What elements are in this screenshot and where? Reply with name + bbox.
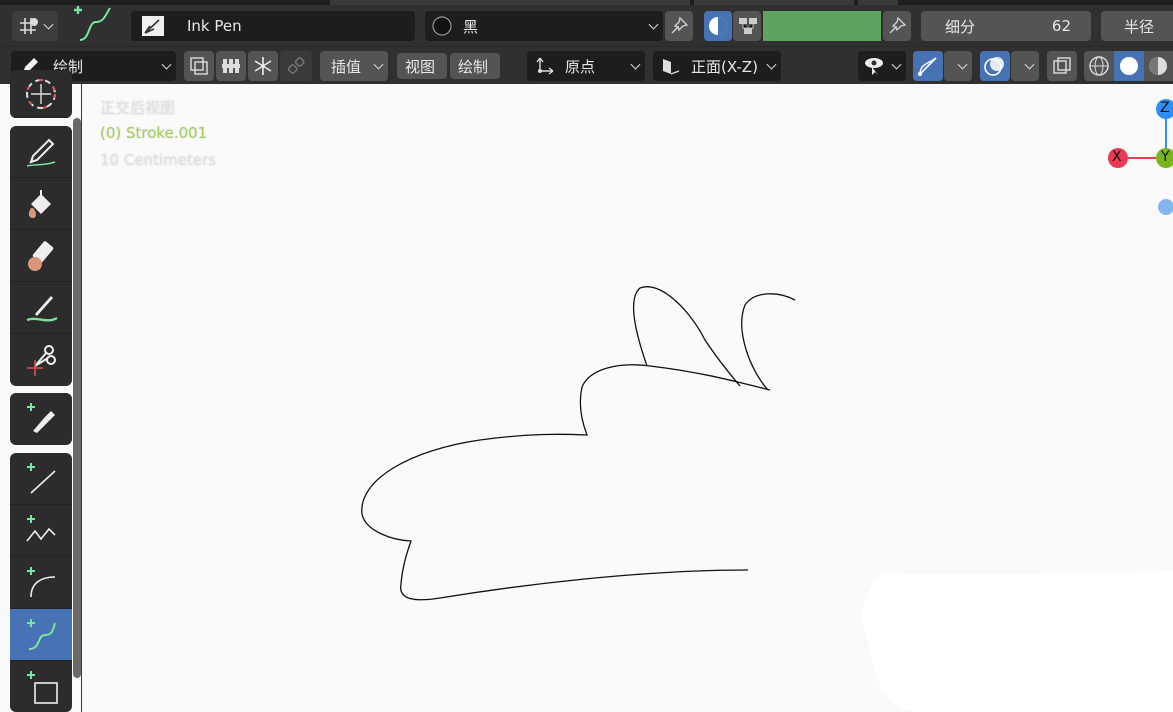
erase-tool[interactable] bbox=[10, 230, 72, 282]
draw-tool[interactable] bbox=[10, 126, 72, 178]
erase-icon bbox=[21, 236, 61, 276]
line-icon bbox=[21, 459, 61, 499]
tint-icon bbox=[21, 288, 61, 328]
tint-tool[interactable] bbox=[10, 282, 72, 334]
tool-group-paint bbox=[10, 126, 72, 386]
box-icon bbox=[21, 667, 61, 707]
line-tool[interactable] bbox=[10, 453, 72, 505]
cursor-tool[interactable] bbox=[10, 70, 72, 118]
tool-group-cursor bbox=[10, 70, 72, 118]
navigation-gizmo[interactable]: Z X Y bbox=[1100, 96, 1173, 226]
gizmo-y-label: Y bbox=[1161, 149, 1170, 165]
tool-shelf bbox=[0, 70, 82, 712]
polyline-tool[interactable] bbox=[10, 505, 72, 557]
gizmo-z-label: Z bbox=[1160, 100, 1170, 116]
stroke-ear-right bbox=[741, 293, 796, 391]
tool-group-sample bbox=[10, 393, 72, 445]
cutter-tool[interactable] bbox=[10, 334, 72, 386]
eyedropper-icon bbox=[21, 399, 61, 439]
gizmo-x-label: X bbox=[1112, 149, 1122, 165]
tool-shelf-scrollbar[interactable] bbox=[73, 118, 81, 678]
arc-tool[interactable] bbox=[10, 557, 72, 609]
tool-shelf-edge bbox=[81, 84, 82, 712]
draw-icon bbox=[21, 132, 61, 172]
eyedropper-tool[interactable] bbox=[10, 393, 72, 445]
drawing-canvas bbox=[361, 286, 1173, 712]
arc-icon bbox=[21, 563, 61, 603]
fill-icon bbox=[21, 184, 61, 224]
canvas-blob bbox=[862, 572, 1173, 712]
cursor-icon bbox=[21, 74, 61, 114]
polyline-icon bbox=[21, 511, 61, 551]
box-tool[interactable] bbox=[10, 661, 72, 712]
tool-group-primitives bbox=[10, 453, 72, 712]
cutter-icon bbox=[21, 340, 61, 380]
stroke-body bbox=[361, 364, 771, 601]
fill-tool[interactable] bbox=[10, 178, 72, 230]
curve-icon bbox=[21, 615, 61, 655]
curve-tool[interactable] bbox=[10, 609, 72, 661]
app-window: Ink Pen 黑 细分 62 半径 绘制 插值 视图 绘制 原点 正面(X-Z… bbox=[0, 0, 1173, 712]
